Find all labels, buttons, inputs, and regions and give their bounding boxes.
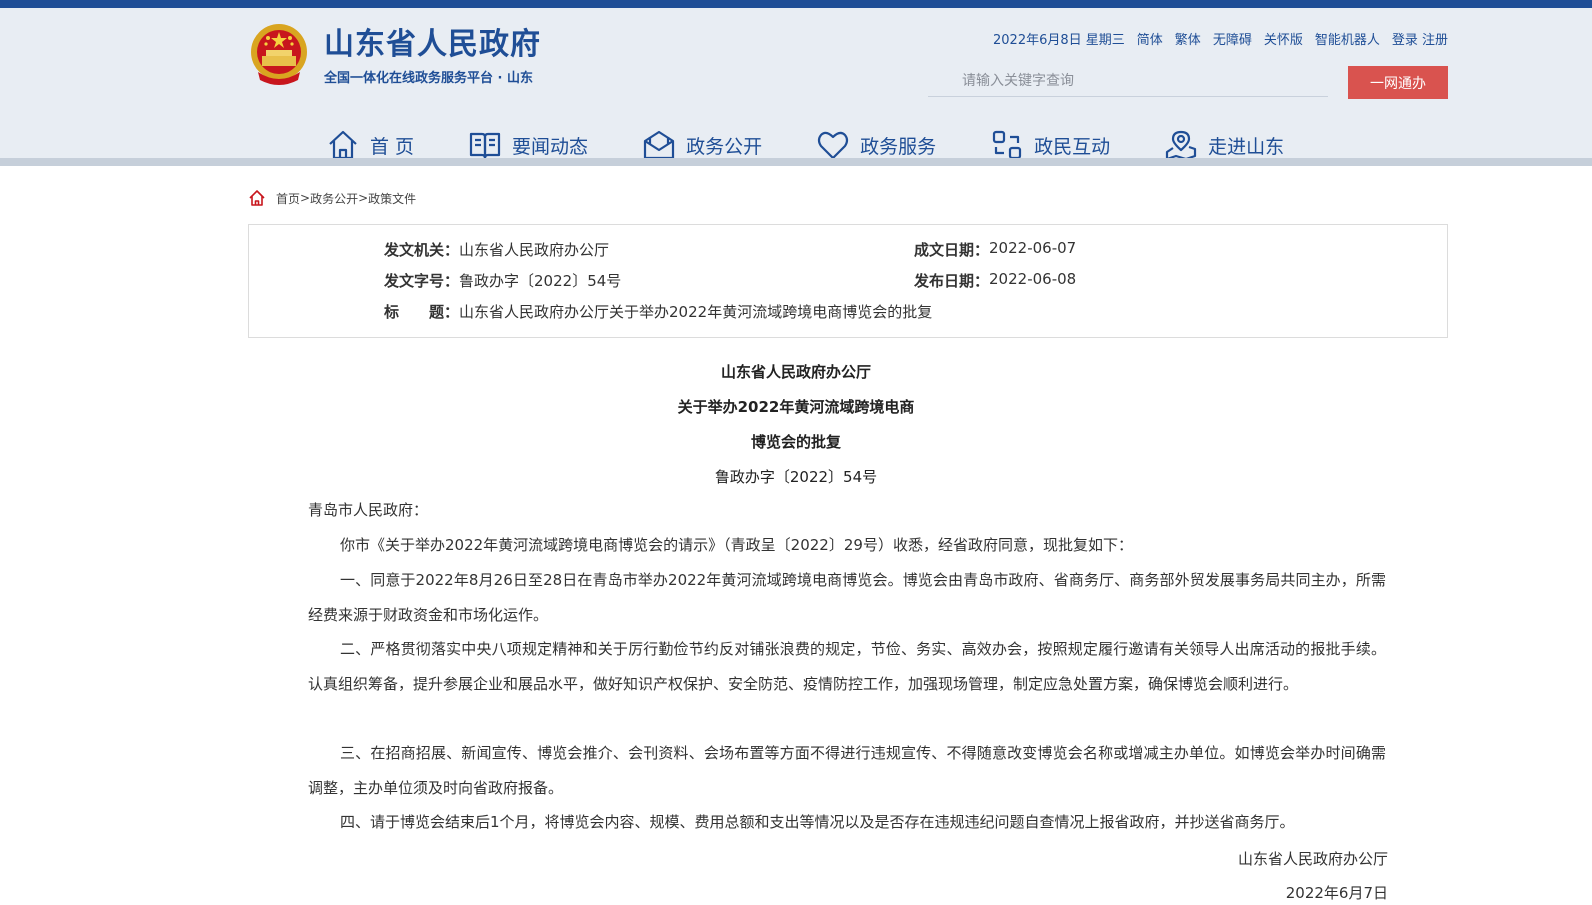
book-icon: [469, 132, 501, 160]
meta-publish-date-label: 发布日期：: [914, 272, 990, 290]
meta-written-date: 成文日期： 2022-06-07: [914, 239, 1076, 260]
meta-written-date-label: 成文日期：: [914, 241, 990, 259]
header-divider: [0, 158, 1592, 166]
robot-link[interactable]: 智能机器人: [1315, 29, 1380, 48]
meta-title: 标 题： 山东省人民政府办公厅关于举办2022年黄河流域跨境电商博览会的批复: [384, 301, 932, 322]
traditional-link[interactable]: 繁体: [1175, 29, 1201, 48]
breadcrumb-gov-open[interactable]: 政务公开: [310, 190, 358, 207]
nav-label: 走进山东: [1208, 135, 1285, 158]
breadcrumb: 首页 > 政务公开 > 政策文件: [248, 189, 416, 207]
current-date: 2022年6月8日 星期三: [993, 33, 1125, 48]
site-title: 山东省人民政府: [324, 26, 541, 62]
document-paragraph: 三、在招商招展、新闻宣传、博览会推介、会刊资料、会场布置等方面不得进行违规宣传、…: [308, 744, 1386, 797]
breadcrumb-separator: >: [300, 191, 311, 205]
meta-issuer: 发文机关： 山东省人民政府办公厅: [384, 239, 609, 260]
location-icon: [1166, 130, 1197, 161]
home-icon: [329, 130, 357, 160]
search-box: [928, 66, 1328, 97]
meta-title-label: 标 题：: [384, 303, 460, 321]
document-paragraph: 四、请于博览会结束后1个月，将博览会内容、规模、费用总额和支出等情况以及是否存在…: [340, 813, 1295, 831]
document-salutation: 青岛市人民政府：: [308, 501, 429, 519]
brand[interactable]: 山东省人民政府 全国一体化在线政务服务平台 · 山东: [248, 22, 541, 88]
home-icon: [249, 190, 265, 206]
breadcrumb-policy-docs[interactable]: 政策文件: [368, 190, 416, 207]
national-emblem-icon: [248, 22, 310, 88]
nav-label: 政民互动: [1034, 135, 1111, 158]
document-number: 鲁政办字〔2022〕54号: [714, 468, 878, 486]
one-stop-service-button[interactable]: 一网通办: [1348, 66, 1448, 99]
meta-doc-no-label: 发文字号：: [384, 272, 460, 290]
document-signature: 山东省人民政府办公厅: [1237, 850, 1388, 868]
meta-issuer-value: 山东省人民政府办公厅: [459, 241, 610, 259]
meta-doc-no: 发文字号： 鲁政办字〔2022〕54号: [384, 270, 621, 291]
heart-icon: [817, 131, 849, 160]
site-subtitle: 全国一体化在线政务服务平台 · 山东: [324, 70, 533, 86]
document-title-line-1: 山东省人民政府办公厅: [720, 363, 871, 381]
meta-issuer-label: 发文机关：: [384, 241, 460, 259]
interaction-icon: [992, 130, 1022, 160]
meta-doc-no-value: 鲁政办字〔2022〕54号: [459, 272, 622, 290]
meta-publish-date: 发布日期： 2022-06-08: [914, 270, 1076, 291]
document-title-line-2: 关于举办2022年黄河流域跨境电商: [677, 398, 915, 416]
nav-label: 政务公开: [686, 135, 763, 158]
top-accent-bar: [0, 0, 1592, 8]
top-links: 2022年6月8日 星期三 简体 繁体 无障碍 关怀版 智能机器人 登录 注册: [993, 29, 1448, 48]
breadcrumb-separator: >: [358, 191, 369, 205]
document-paragraph: 一、同意于2022年8月26日至28日在青岛市举办2022年黄河流域跨境电商博览…: [308, 571, 1386, 624]
document-title-line-3: 博览会的批复: [750, 433, 841, 451]
accessibility-link[interactable]: 无障碍: [1213, 29, 1252, 48]
document-paragraph: 二、严格贯彻落实中央八项规定精神和关于厉行勤俭节约反对铺张浪费的规定，节俭、务实…: [308, 640, 1386, 693]
envelope-icon: [643, 130, 675, 160]
document-paragraph: 你市《关于举办2022年黄河流域跨境电商博览会的请示》（青政呈〔2022〕29号…: [340, 536, 1133, 554]
document-sign-date: 2022年6月7日: [1285, 884, 1388, 902]
breadcrumb-home[interactable]: 首页: [276, 190, 300, 207]
meta-publish-date-value: 2022-06-08: [989, 270, 1077, 288]
meta-written-date-value: 2022-06-07: [989, 239, 1077, 257]
document-meta-box: 发文机关： 山东省人民政府办公厅 成文日期： 2022-06-07 发文字号： …: [248, 224, 1448, 338]
simplified-link[interactable]: 简体: [1137, 29, 1163, 48]
nav-label: 要闻动态: [512, 135, 589, 158]
site-header: 山东省人民政府 全国一体化在线政务服务平台 · 山东 2022年6月8日 星期三…: [0, 8, 1592, 166]
care-mode-link[interactable]: 关怀版: [1264, 29, 1303, 48]
search-input[interactable]: [928, 66, 1328, 96]
meta-title-value: 山东省人民政府办公厅关于举办2022年黄河流域跨境电商博览会的批复: [459, 303, 933, 321]
nav-label: 首 页: [370, 135, 415, 158]
nav-label: 政务服务: [860, 135, 937, 158]
login-register-link[interactable]: 登录 注册: [1392, 29, 1448, 48]
